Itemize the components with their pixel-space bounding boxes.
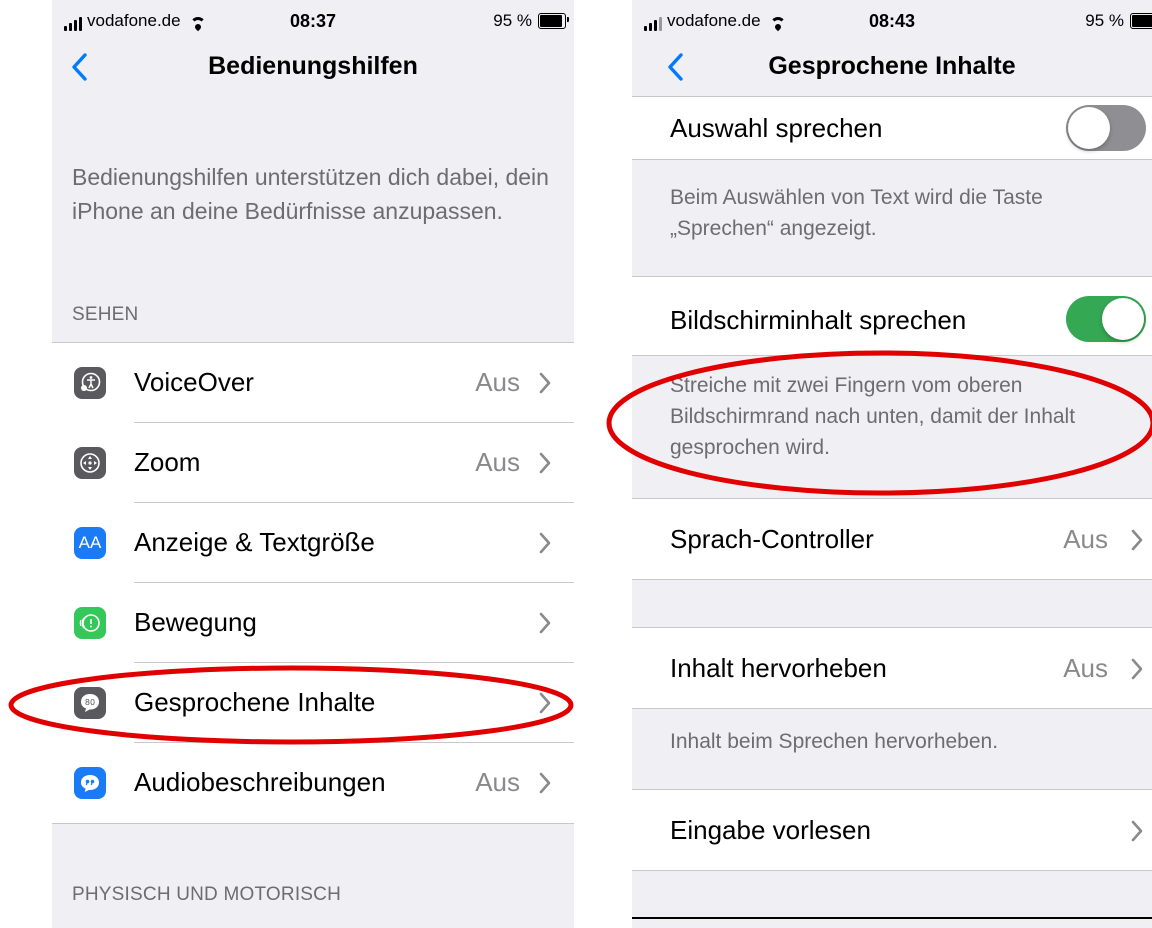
chevron-right-icon	[539, 612, 551, 634]
speak-screen-footer: Streiche mit zwei Fingern vom oberen Bil…	[670, 374, 1076, 459]
speak-screen-label: Bildschirminhalt sprechen	[670, 305, 967, 335]
divider	[632, 355, 1152, 356]
highlight-content-label: Inhalt hervorheben	[670, 653, 887, 683]
battery-status: 95 %	[493, 11, 569, 31]
zoom-icon	[74, 447, 106, 479]
settings-row-label: Anzeige & Textgröße	[134, 527, 375, 557]
section-header-vision: SEHEN	[72, 304, 139, 325]
accessibility-description: Bedienungshilfen unterstützen dich dabei…	[72, 164, 549, 224]
right-phone-screen: vodafone.de 08:43 95 % Gesprochene Inhal…	[632, 0, 1152, 928]
chevron-right-icon	[1131, 658, 1143, 680]
divider	[632, 579, 1152, 580]
chevron-right-icon	[539, 772, 551, 794]
toggle-knob	[1102, 298, 1144, 340]
settings-row-value: Aus	[475, 367, 520, 397]
highlight-content-footer: Inhalt beim Sprechen hervorheben.	[670, 730, 999, 753]
spoken-content-icon: 80	[74, 687, 106, 719]
speak-selection-toggle[interactable]	[1066, 105, 1146, 151]
settings-row-value: Aus	[475, 767, 520, 797]
navigation-bar: Gesprochene Inhalte	[632, 40, 1152, 94]
settings-row-zoom[interactable]: Zoom Aus	[52, 423, 574, 503]
page-title: Bedienungshilfen	[208, 52, 418, 80]
status-bar: vodafone.de 08:43 95 %	[632, 0, 1152, 40]
highlight-content-row[interactable]: Inhalt hervorheben Aus	[632, 628, 1152, 708]
bottom-edge-line	[632, 917, 1152, 919]
svg-text:80: 80	[85, 698, 95, 707]
settings-row-label: VoiceOver	[134, 367, 254, 397]
speech-controller-value: Aus	[1063, 524, 1108, 554]
settings-row-motion[interactable]: Bewegung	[52, 583, 574, 663]
divider	[632, 159, 1152, 160]
speak-selection-footer: Beim Auswählen von Text wird die Taste „…	[670, 186, 1043, 240]
settings-row-audio-descriptions[interactable]: Audiobeschreibungen Aus	[52, 743, 574, 823]
battery-icon	[1130, 13, 1152, 29]
speak-screen-row: Bildschirminhalt sprechen	[632, 277, 1152, 355]
speech-controller-row[interactable]: Sprach-Controller Aus	[632, 499, 1152, 579]
settings-row-label: Audiobeschreibungen	[134, 767, 386, 797]
chevron-right-icon	[1131, 820, 1143, 842]
chevron-right-icon	[539, 692, 551, 714]
highlight-content-value: Aus	[1063, 653, 1108, 683]
battery-percent: 95 %	[493, 11, 532, 30]
voiceover-icon	[74, 367, 106, 399]
chevron-right-icon	[539, 452, 551, 474]
audio-descriptions-icon	[74, 767, 106, 799]
display-text-size-icon: AA	[74, 527, 106, 559]
chevron-right-icon	[539, 372, 551, 394]
chevron-right-icon	[1131, 529, 1143, 551]
settings-row-spoken-content[interactable]: 80 Gesprochene Inhalte	[52, 663, 574, 743]
speech-controller-label: Sprach-Controller	[670, 524, 874, 554]
divider	[632, 708, 1152, 709]
battery-percent: 95 %	[1085, 11, 1124, 30]
navigation-bar: Bedienungshilfen	[52, 40, 574, 94]
speak-screen-toggle[interactable]	[1066, 296, 1146, 342]
settings-row-label: Zoom	[134, 447, 201, 477]
clock: 08:43	[868, 11, 916, 31]
motion-icon	[74, 607, 106, 639]
vision-settings-group: VoiceOver Aus Zoom Aus AA Anzeige & Text…	[52, 342, 574, 824]
typing-feedback-row[interactable]: Eingabe vorlesen	[632, 790, 1152, 870]
page-title: Gesprochene Inhalte	[768, 52, 1016, 80]
divider	[632, 870, 1152, 871]
battery-icon	[538, 13, 569, 29]
chevron-right-icon	[539, 532, 551, 554]
speak-selection-label: Auswahl sprechen	[670, 113, 883, 143]
section-header-physical-motor: PHYSISCH UND MOTORISCH	[72, 884, 342, 905]
settings-row-label: Gesprochene Inhalte	[134, 687, 376, 717]
left-phone-screen: vodafone.de 08:37 95 % Bedienungshilfen …	[52, 0, 574, 928]
status-bar: vodafone.de 08:37 95 %	[52, 0, 574, 40]
toggle-knob	[1068, 107, 1110, 149]
speak-selection-row: Auswahl sprechen	[632, 97, 1152, 159]
settings-row-voiceover[interactable]: VoiceOver Aus	[52, 343, 574, 423]
settings-row-display-text-size[interactable]: AA Anzeige & Textgröße	[52, 503, 574, 583]
settings-row-value: Aus	[475, 447, 520, 477]
battery-status: 95 %	[1085, 11, 1152, 31]
settings-row-label: Bewegung	[134, 607, 257, 637]
typing-feedback-label: Eingabe vorlesen	[670, 815, 871, 845]
